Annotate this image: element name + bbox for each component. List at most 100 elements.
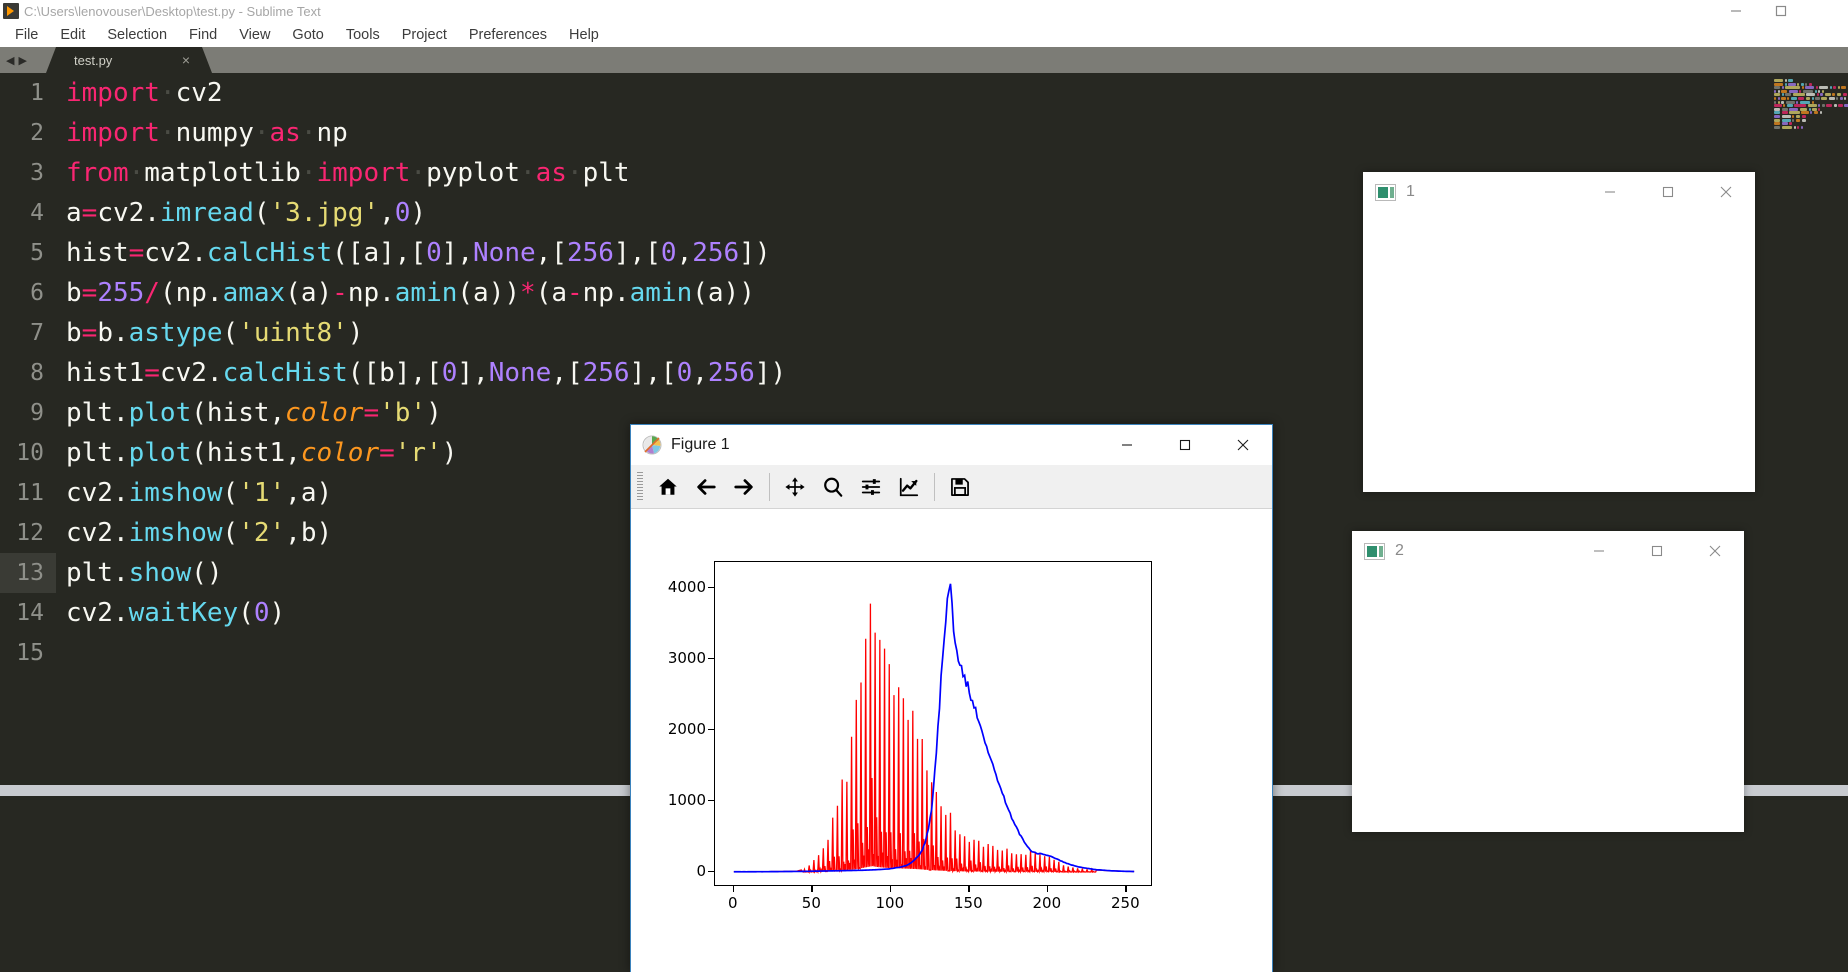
menu-item-preferences[interactable]: Preferences <box>458 25 558 45</box>
minimap-token <box>1785 93 1791 97</box>
cv-image-1 <box>1363 212 1755 492</box>
maximize-icon[interactable] <box>1628 531 1686 571</box>
minimize-icon[interactable] <box>1570 531 1628 571</box>
minimap-token <box>1785 100 1795 104</box>
close-icon[interactable] <box>1214 425 1272 465</box>
save-floppy-icon[interactable] <box>941 468 979 506</box>
code-text: cv2.imshow('2',b) <box>66 518 333 548</box>
line-number: 11 <box>16 480 44 506</box>
minimize-icon[interactable] <box>1581 172 1639 212</box>
menu-item-find[interactable]: Find <box>178 25 228 45</box>
code-line[interactable]: 7 b=b.astype('uint8') <box>0 313 786 353</box>
minimap-token <box>1808 82 1812 86</box>
figure-plot-canvas[interactable]: 0 1000 2000 3000 4000 0 50 100 150 200 250 <box>631 509 1272 972</box>
minimap-token <box>1774 107 1780 111</box>
minimap-token <box>1797 82 1799 86</box>
opencv-window-1[interactable]: 1 <box>1363 172 1755 492</box>
menu-item-selection[interactable]: Selection <box>96 25 178 45</box>
minimap-token <box>1774 97 1776 100</box>
maximize-icon[interactable] <box>1156 425 1214 465</box>
menu-item-help[interactable]: Help <box>558 25 610 45</box>
line-number: 8 <box>30 360 44 386</box>
minimap-token <box>1774 93 1780 97</box>
minimap-token <box>1789 107 1798 111</box>
code-line[interactable]: 1 import·cv2 <box>0 73 786 113</box>
chevron-left-icon[interactable]: ◀ <box>6 54 14 67</box>
menu-item-goto[interactable]: Goto <box>281 25 334 45</box>
x-axis-tick-mark <box>889 886 892 892</box>
forward-arrow-icon[interactable] <box>725 468 763 506</box>
cv-window-2-title-bar: 2 <box>1352 531 1744 571</box>
close-icon[interactable] <box>1803 0 1848 22</box>
minimap-token <box>1800 125 1803 129</box>
line-number: 10 <box>16 440 44 466</box>
pan-move-icon[interactable] <box>776 468 814 506</box>
close-icon[interactable] <box>1697 172 1755 212</box>
minimap-token <box>1799 89 1801 93</box>
tab-test-py[interactable]: test.py × <box>46 47 212 73</box>
x-axis-tick-mark <box>811 886 813 892</box>
configure-subplots-icon[interactable] <box>852 468 890 506</box>
minimap-token <box>1777 89 1780 93</box>
minimap-token <box>1815 97 1820 100</box>
menu-item-project[interactable]: Project <box>391 25 458 45</box>
minimap-token <box>1801 86 1804 90</box>
series-hist1-red <box>733 603 1135 875</box>
maximize-icon[interactable] <box>1639 172 1697 212</box>
code-line[interactable]: 5 hist=cv2.calcHist([a],[0],None,[256],[0… <box>0 233 786 273</box>
matplotlib-figure-window[interactable]: Figure 1 0 1000 2000 3000 4000 0 50 100 … <box>630 424 1273 972</box>
line-number: 5 <box>30 240 44 266</box>
code-minimap[interactable] <box>1772 77 1848 135</box>
code-line[interactable]: 6 b=255/(np.amax(a)-np.amin(a))*(a-np.ami… <box>0 273 786 313</box>
minimize-icon[interactable] <box>1713 0 1758 22</box>
chevron-right-icon[interactable]: ▶ <box>18 54 26 67</box>
line-number: 1 <box>30 80 44 106</box>
minimap-token <box>1789 111 1800 115</box>
x-axis-tick-label: 150 <box>953 894 983 912</box>
minimap-token <box>1842 93 1847 97</box>
home-icon[interactable] <box>649 468 687 506</box>
menu-item-view[interactable]: View <box>228 25 281 45</box>
minimap-token <box>1844 104 1848 108</box>
minimap-token <box>1781 122 1788 126</box>
opencv-window-2[interactable]: 2 <box>1352 531 1744 832</box>
tab-strip: ◀ ▶ test.py × <box>0 47 1848 73</box>
edit-axis-curves-icon[interactable] <box>890 468 928 506</box>
code-line[interactable]: 8 hist1=cv2.calcHist([b],[0],None,[256],[… <box>0 353 786 393</box>
minimap-token <box>1807 104 1817 108</box>
menu-bar: File Edit Selection Find View Goto Tools… <box>0 22 1848 47</box>
line-number: 15 <box>16 640 44 666</box>
code-line[interactable]: 3 from·matplotlib·import·pyplot·as·plt <box>0 153 786 193</box>
zoom-magnifier-icon[interactable] <box>814 468 852 506</box>
menu-item-file[interactable]: File <box>4 25 49 45</box>
line-number: 9 <box>30 400 44 426</box>
sublime-text-logo <box>3 3 19 19</box>
histogram-plot <box>733 583 1135 875</box>
minimap-token <box>1784 82 1787 86</box>
minimap-token <box>1788 82 1796 86</box>
figure-navigation-toolbar <box>631 465 1272 509</box>
menu-item-edit[interactable]: Edit <box>49 25 96 45</box>
code-line[interactable]: 2 import·numpy·as·np <box>0 113 786 153</box>
code-line[interactable]: 4 a=cv2.imread('3.jpg',0) <box>0 193 786 233</box>
code-text: import·numpy·as·np <box>66 118 348 148</box>
x-axis-tick-mark <box>732 886 735 892</box>
x-axis-tick-label: 100 <box>875 894 905 912</box>
maximize-icon[interactable] <box>1758 0 1803 22</box>
line-number: 4 <box>30 200 44 226</box>
minimap-token <box>1788 79 1793 82</box>
minimap-token <box>1805 86 1814 90</box>
menu-item-tools[interactable]: Tools <box>335 25 391 45</box>
minimap-token <box>1819 111 1822 115</box>
close-icon[interactable]: × <box>182 53 190 67</box>
back-arrow-icon[interactable] <box>687 468 725 506</box>
code-text: hist=cv2.calcHist([a],[0],None,[256],[0,… <box>66 238 771 268</box>
y-axis-tick-label: 1000 <box>667 790 706 809</box>
minimap-token <box>1811 97 1814 100</box>
series-hist-blue <box>733 583 1135 873</box>
minimize-icon[interactable] <box>1098 425 1156 465</box>
cv-window-1-title-bar: 1 <box>1363 172 1755 212</box>
toolbar-drag-handle[interactable] <box>637 471 643 502</box>
minimap-token <box>1820 93 1823 97</box>
close-icon[interactable] <box>1686 531 1744 571</box>
